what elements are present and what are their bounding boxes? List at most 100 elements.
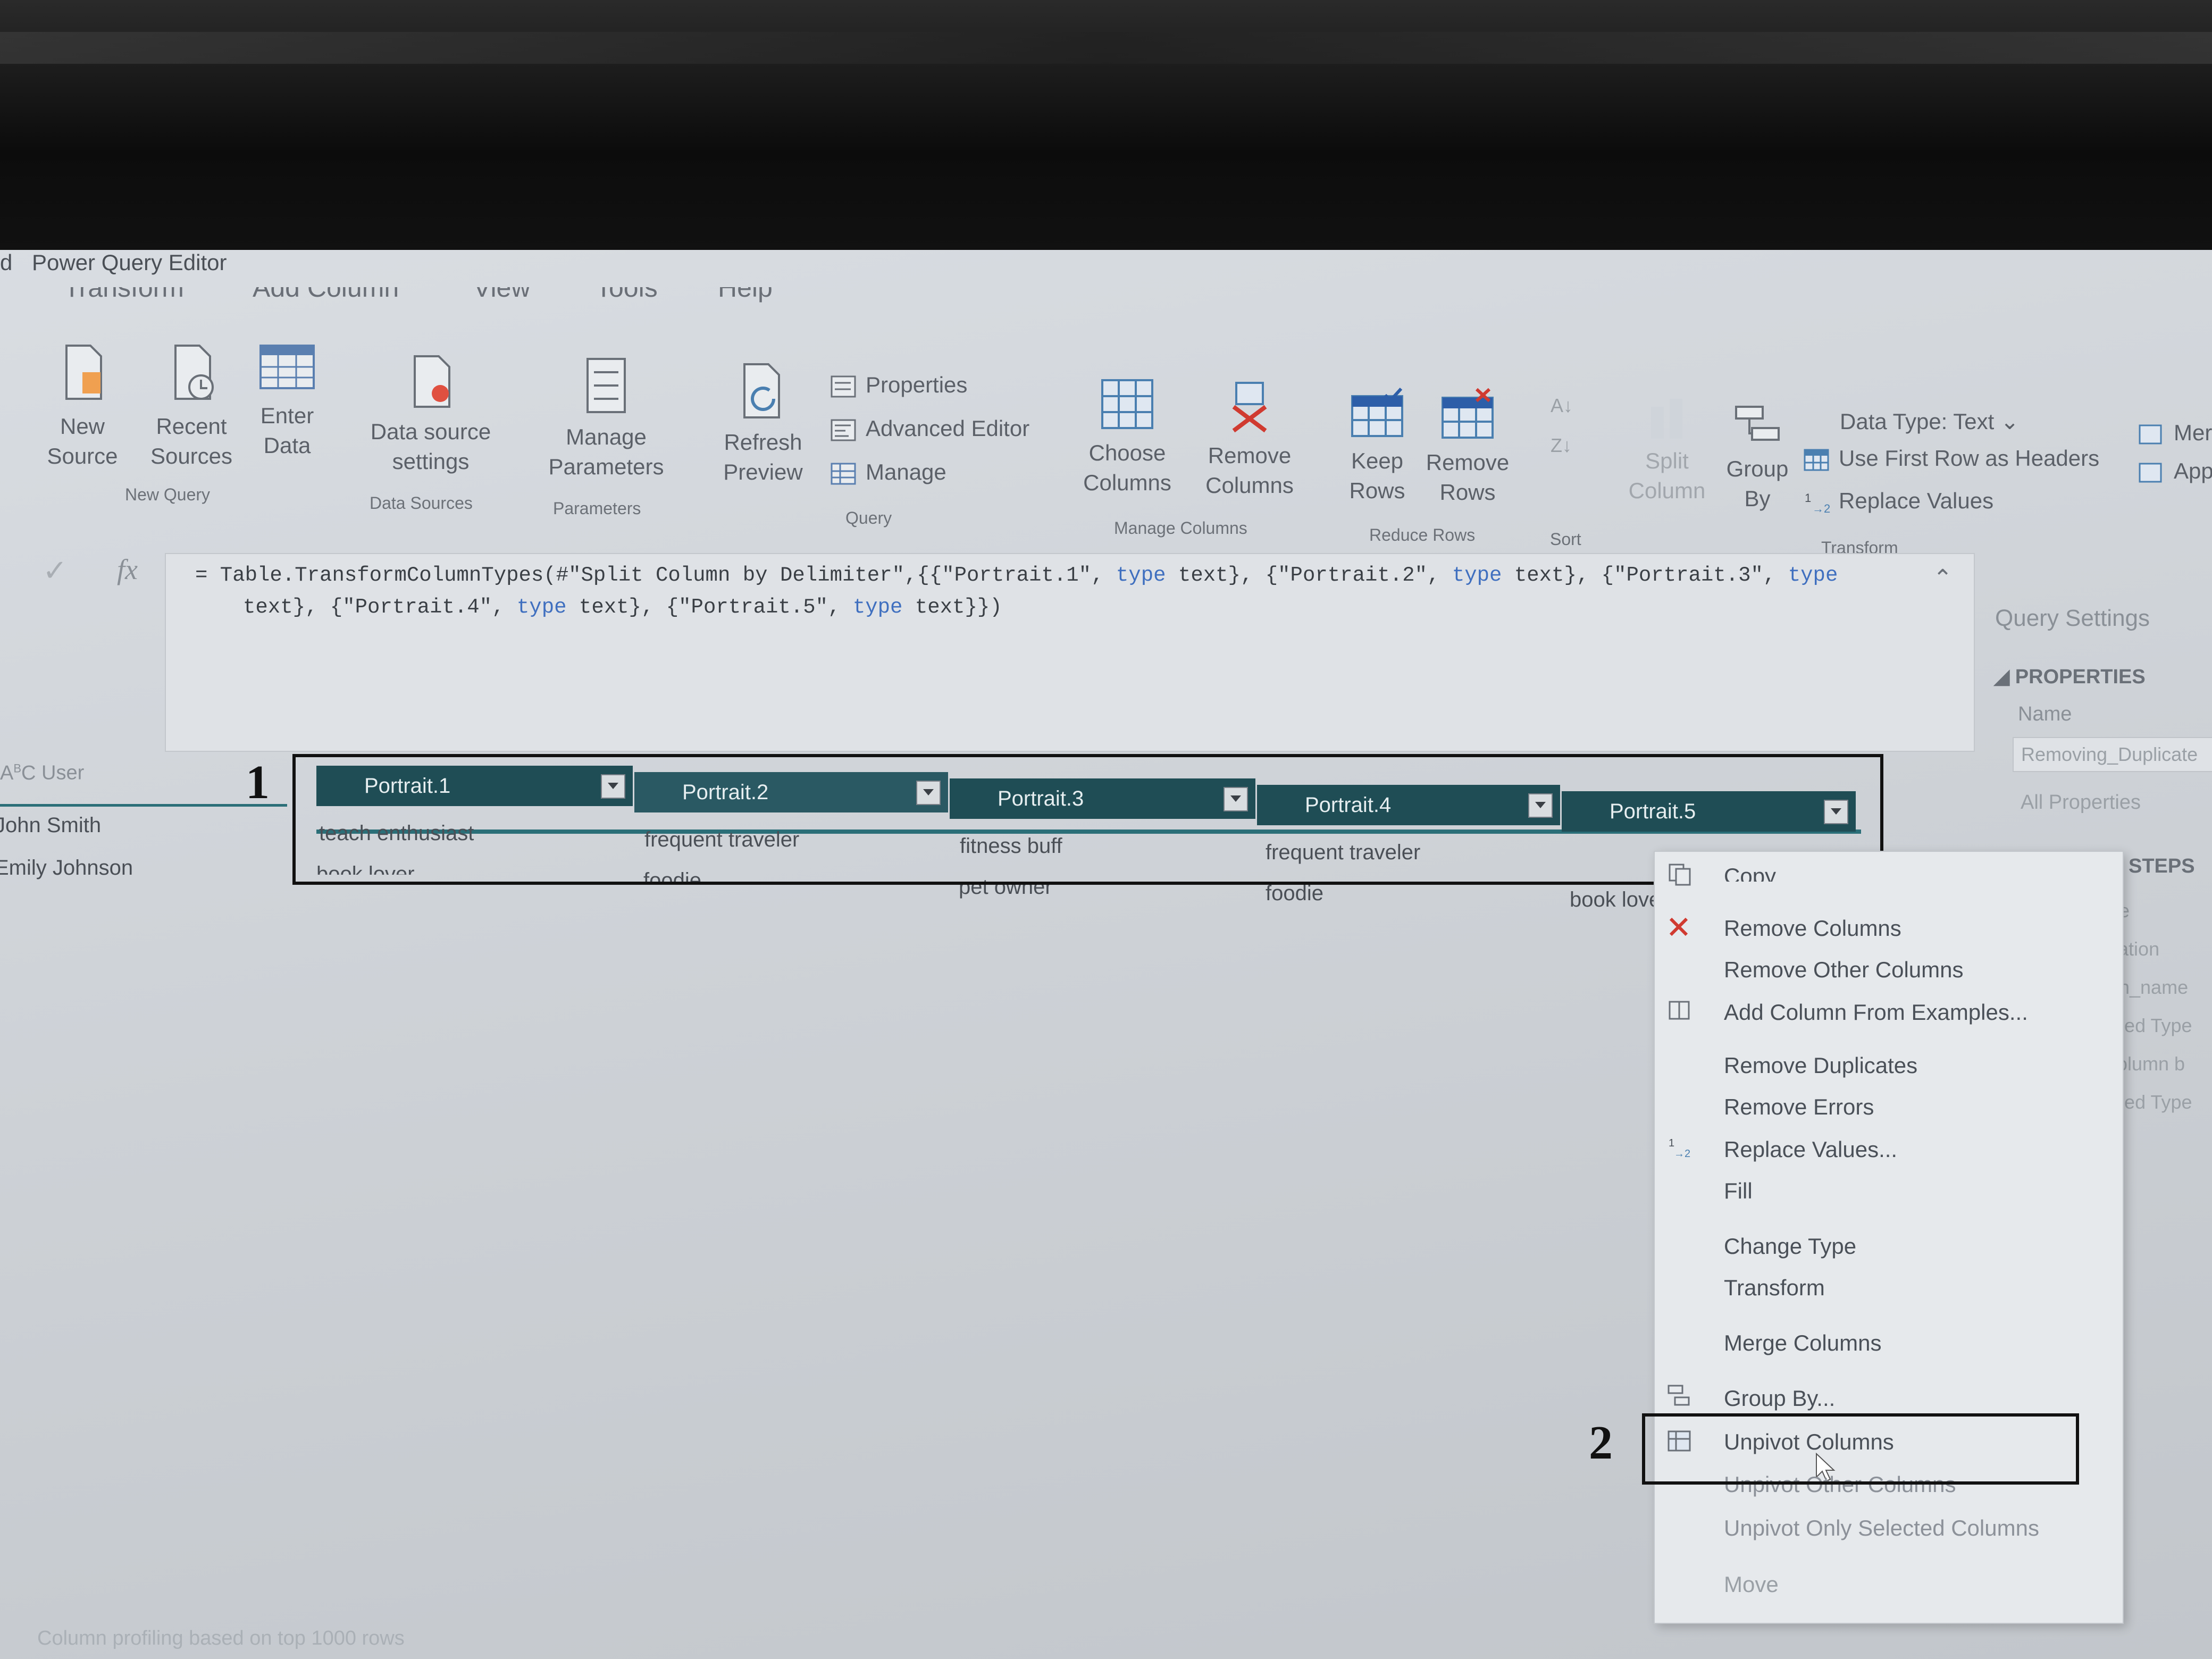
choose-columns-button[interactable]: Choose Columns [1069, 378, 1186, 498]
new-source-button[interactable]: New Source [27, 340, 138, 471]
table-cell[interactable]: book love [1570, 888, 1661, 912]
menu-item-remove-other-columns[interactable]: Remove Other Columns [1724, 957, 1964, 983]
advanced-editor-label: Advanced Editor [866, 416, 1030, 441]
table-cell[interactable]: foodie [1266, 882, 1323, 906]
use-first-row-headers-button[interactable]: Use First Row as Headers [1803, 446, 2099, 472]
formula-text: text}}) [902, 596, 1002, 619]
annotation-box-1 [292, 754, 1883, 885]
group-by-button[interactable]: Group By [1717, 404, 1797, 514]
column-quality-bar [0, 804, 287, 807]
replace-values-icon: 1→2 [1805, 491, 1830, 515]
remove-columns-button[interactable]: Remove Columns [1191, 380, 1308, 500]
formula-text: text}, {"Portrait.5", [566, 596, 853, 619]
merge-icon [2139, 424, 2162, 445]
append-icon [2139, 463, 2162, 483]
menu-item-remove-columns[interactable]: Remove Columns [1724, 916, 1901, 941]
user-column-header[interactable]: ABC User [0, 761, 84, 785]
remove-rows-button[interactable]: Remove Rows [1420, 387, 1515, 507]
manage-icon [831, 463, 856, 485]
formula-keyword: type [516, 596, 567, 619]
user-column-label: User [41, 761, 85, 784]
manage-button[interactable]: Manage [830, 459, 946, 486]
replace-values-icon: 1→2 [1669, 1137, 1690, 1159]
check-icon[interactable]: ✓ [43, 553, 68, 588]
remove-rows-icon [1442, 388, 1494, 439]
enter-data-button[interactable]: Enter Data [245, 340, 330, 460]
query-settings-title: Query Settings [1995, 605, 2150, 631]
menu-item-merge-columns[interactable]: Merge Columns [1724, 1330, 1881, 1356]
sort-icon[interactable]: A↓ Z↓ [1547, 388, 1579, 468]
svg-text:A↓: A↓ [1551, 395, 1573, 416]
properties-heading: ◢ PROPERTIES [1994, 665, 2146, 689]
annotation-number-1: 1 [246, 756, 270, 809]
group-by-label: Group By [1726, 456, 1789, 511]
recent-sources-button[interactable]: Recent Sources [136, 340, 247, 471]
menu-item-transform[interactable]: Transform [1724, 1275, 1825, 1301]
data-source-settings-button[interactable]: Data source settings [362, 351, 500, 476]
all-properties-link[interactable]: All Properties [2021, 791, 2141, 814]
recent-sources-label: Recent Sources [150, 414, 233, 468]
replace-values-button[interactable]: 1 →2 Replace Values [1803, 488, 1993, 515]
bezel-edge [0, 32, 2212, 64]
formula-keyword: type [1452, 564, 1502, 587]
annotation-number-2: 2 [1589, 1417, 1613, 1469]
formula-controls: ✓ fx [43, 553, 165, 617]
menu-item-group-by[interactable]: Group By... [1724, 1386, 1835, 1411]
manage-parameters-label: Manage Parameters [548, 424, 664, 479]
user-cell[interactable]: John Smith [0, 814, 101, 837]
query-name-input[interactable]: Removing_Duplicate [2013, 737, 2212, 772]
formula-keyword: type [852, 596, 903, 619]
menu-item-change-type[interactable]: Change Type [1724, 1234, 1856, 1259]
menu-item-copy[interactable]: Copy [1724, 864, 1776, 882]
merge-queries-button[interactable]: Mer [2138, 420, 2212, 447]
ribbon: New Source Recent Sources Enter Data New… [0, 319, 2212, 557]
menu-item-unpivot-only-selected[interactable]: Unpivot Only Selected Columns [1724, 1515, 2039, 1541]
add-column-examples-icon [1669, 1001, 1690, 1020]
group-parameters: Parameters [553, 499, 641, 518]
advanced-editor-button[interactable]: Advanced Editor [830, 416, 1029, 442]
remove-columns-icon [1669, 917, 1688, 936]
menu-item-remove-duplicates[interactable]: Remove Duplicates [1724, 1053, 1917, 1078]
merge-label: Mer [2174, 420, 2212, 445]
formula-bar[interactable]: = Table.TransformColumnTypes(#"Split Col… [165, 553, 1975, 752]
remove-columns-icon [1232, 382, 1267, 433]
group-manage-columns: Manage Columns [1114, 518, 1247, 538]
advanced-editor-icon [831, 419, 856, 441]
manage-parameters-button[interactable]: Manage Parameters [532, 356, 681, 482]
data-type-dropdown[interactable]: Data Type: Text ⌄ [1840, 408, 2019, 434]
split-column-button[interactable]: Split Column [1616, 396, 1717, 506]
keep-rows-label: Keep Rows [1349, 448, 1405, 503]
keep-rows-button[interactable]: Keep Rows [1329, 386, 1425, 506]
context-menu: Copy Remove Columns Remove Other Columns… [1654, 851, 2124, 1624]
group-reduce-rows: Reduce Rows [1369, 525, 1476, 544]
name-label: Name [2018, 703, 2072, 725]
group-sort: Sort [1550, 530, 1581, 549]
formula-text: text}, {"Portrait.2", [1166, 564, 1452, 587]
choose-columns-icon [1101, 379, 1153, 429]
svg-text:→2: →2 [1812, 502, 1830, 515]
menu-item-remove-errors[interactable]: Remove Errors [1724, 1094, 1874, 1120]
menu-item-replace-values[interactable]: Replace Values... [1724, 1137, 1897, 1162]
group-data-sources: Data Sources [370, 493, 473, 513]
properties-button[interactable]: Properties [830, 372, 967, 399]
refresh-preview-button[interactable]: Refresh Preview [707, 362, 819, 487]
use-first-row-headers-label: Use First Row as Headers [1839, 446, 2100, 471]
menu-item-fill[interactable]: Fill [1724, 1178, 1753, 1204]
properties-heading-label: PROPERTIES [2015, 666, 2146, 688]
group-new-query: New Query [125, 485, 211, 504]
user-cell[interactable]: Emily Johnson [0, 856, 133, 880]
collapse-formula-icon[interactable]: ⌃ [1933, 565, 1953, 592]
choose-columns-label: Choose Columns [1083, 440, 1171, 495]
replace-values-label: Replace Values [1839, 488, 1994, 513]
svg-text:1: 1 [1669, 1137, 1674, 1149]
group-query: Query [845, 508, 892, 527]
copy-icon [1669, 864, 1691, 886]
remove-columns-label: Remove Columns [1205, 443, 1294, 498]
fx-icon: fx [117, 554, 138, 585]
svg-text:Z↓: Z↓ [1551, 434, 1572, 456]
menu-item-add-column-from-examples[interactable]: Add Column From Examples... [1724, 1000, 2028, 1025]
append-label: App [2174, 458, 2212, 483]
append-queries-button[interactable]: App [2138, 458, 2212, 485]
menu-item-move[interactable]: Move [1724, 1572, 1779, 1597]
formula-text: text}, {"Portrait.3", [1502, 564, 1788, 587]
